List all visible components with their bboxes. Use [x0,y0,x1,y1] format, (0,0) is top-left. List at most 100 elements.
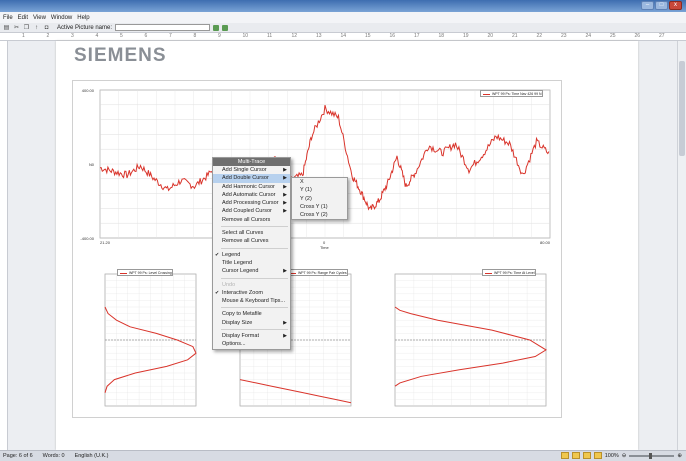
maximize-button[interactable]: □ [655,1,668,10]
document-icon[interactable]: ▤ [3,24,10,31]
zoom-level[interactable]: 100% [605,453,619,459]
full-screen-icon[interactable] [571,452,580,459]
ruler-tick: 1 [22,33,25,39]
x-axis-label: Time [320,245,330,250]
menu-file[interactable]: File [3,15,13,21]
submenu-item[interactable]: Y (1) [292,186,347,194]
active-picture-input[interactable] [115,24,211,31]
vertical-scrollbar[interactable] [677,41,686,450]
context-menu-item[interactable]: Select all Curves [213,229,290,237]
menu-window[interactable]: Window [51,15,72,21]
minimize-button[interactable]: – [641,1,654,10]
ruler-tick: 8 [193,33,197,39]
menu-help[interactable]: Help [77,15,89,21]
submenu-item[interactable]: Cross Y (1) [292,203,347,211]
time-history-chart[interactable]: 400.000-400.00N21.20 0 80.00Time [80,88,555,250]
context-menu-item[interactable]: Add Harmonic Cursor ▶ [213,183,290,191]
chart-2-legend-label: WPT 99 Ps: Range Pair Cycles [298,271,347,275]
status-right: 100% ⊖ ⊕ [560,452,682,459]
ruler-tick: 15 [365,33,371,39]
menu-item-label: Add Harmonic Cursor [222,183,275,190]
menu-separator [221,224,288,228]
context-menu-item[interactable]: Add Double Cursor ▶ [213,174,290,183]
context-menu-item[interactable]: Legend ✔ [213,251,290,259]
submenu-item[interactable]: Y (2) [292,195,347,203]
menu-item-label: Select all Curves [222,230,264,237]
x-tick-label: 21.20 [100,240,111,245]
ruler-tick: 26 [634,33,641,39]
pin-icon[interactable]: ↑ [33,24,40,31]
context-menu-item[interactable]: Add Automatic Cursor ▶ [213,191,290,199]
ruler-tick: 24 [585,33,592,39]
status-page: Page: 6 of 6 [3,453,33,459]
context-menu-item[interactable]: Interactive Zoom ✔ [213,289,290,297]
ruler-tick: 16 [389,33,396,39]
submenu-arrow-icon: ▶ [283,167,287,173]
ruler-tick: 3 [71,33,74,39]
context-menu-item[interactable]: Add Processing Cursor ▶ [213,199,290,207]
status-words: Words: 0 [42,453,65,459]
menu-item-label: Cursor Legend [222,268,259,275]
submenu-arrow-icon: ▶ [283,183,287,190]
submenu-item[interactable]: X [292,178,347,186]
zoom-out-icon[interactable]: ⊖ [622,453,627,459]
web-layout-icon[interactable] [582,452,591,459]
menu-view[interactable]: View [33,15,46,21]
menu-item-label: Add Processing Cursor [222,200,279,207]
toolbar: ▤ ✂ ❐ ↑ ◘ Active Picture name: [0,23,686,33]
ruler-tick: 20 [487,33,494,39]
menu-edit[interactable]: Edit [18,15,28,21]
menu-item-label: Interactive Zoom [222,289,263,296]
outline-icon[interactable] [593,452,602,459]
context-menu-item[interactable]: Display Size ▶ [213,319,290,327]
siemens-logo: SIEMENS [74,45,167,66]
context-menu-item[interactable]: Title Legend [213,259,290,267]
menu-separator [221,246,288,249]
ruler-tick: 19 [463,33,469,39]
cut-icon[interactable]: ✂ [13,24,20,31]
context-menu-item[interactable]: Options... [213,340,290,348]
window-controls: – □ x [641,1,682,10]
y-tick-label: 400.00 [82,88,95,93]
submenu-item[interactable]: Cross Y (2) [292,211,347,219]
ruler-tick: 18 [438,33,445,39]
refresh-icon[interactable] [213,24,220,31]
ruler-tick: 11 [267,33,273,39]
level-crossing-chart[interactable] [95,268,200,418]
active-picture-label: Active Picture name: [57,24,113,31]
context-menu-item[interactable]: Cursor Legend ▶ [213,267,290,275]
print-layout-icon[interactable] [560,452,569,459]
ruler-tick: 14 [340,33,347,39]
chart-1-legend-label: WPT 99 Ps: Level Crossing [129,271,172,275]
scrollbar-thumb[interactable] [679,61,685,156]
context-menu-item[interactable]: Remove all Curves [213,237,290,245]
context-menu-item[interactable]: Display Format ▶ [213,332,290,340]
time-at-level-chart[interactable] [385,268,550,418]
submenu-arrow-icon: ▶ [283,333,287,340]
checkmark-icon: ✔ [215,251,220,258]
context-menu-item[interactable]: Copy to Metafile [213,310,290,318]
picture-icon[interactable]: ◘ [43,24,50,31]
copy-icon[interactable]: ❐ [23,24,30,31]
apply-icon[interactable] [222,24,229,31]
ruler-tick: 21 [512,33,518,39]
y-tick-label: 0 [92,162,95,167]
chart-3-legend: WPT 99 Ps: Time At Level [482,269,536,276]
ruler-tick: 5 [120,33,123,39]
y-axis-label: N [89,162,92,167]
menu-separator [221,276,288,279]
context-menu-item[interactable]: Add Single Cursor ▶ [213,166,290,174]
context-menu-item[interactable]: Remove all Cursors [213,216,290,224]
menu-item-label: Display Format [222,333,259,340]
close-button[interactable]: x [669,1,682,10]
main-legend-label: WPT 99 Ps: Time Nav 426 99 N [492,92,542,96]
zoom-slider[interactable] [629,452,675,459]
status-language[interactable]: English (U.K.) [75,453,109,459]
menu-item-label: Copy to Metafile [222,311,262,318]
context-menu-item[interactable]: Add Coupled Cursor ▶ [213,207,290,215]
ruler-tick: 12 [291,33,298,39]
context-menu-item[interactable]: Mouse & Keyboard Tips... [213,297,290,305]
submenu-arrow-icon: ▶ [283,208,287,215]
zoom-in-icon[interactable]: ⊕ [677,453,682,459]
menu-item-label: Add Coupled Cursor [222,208,272,215]
